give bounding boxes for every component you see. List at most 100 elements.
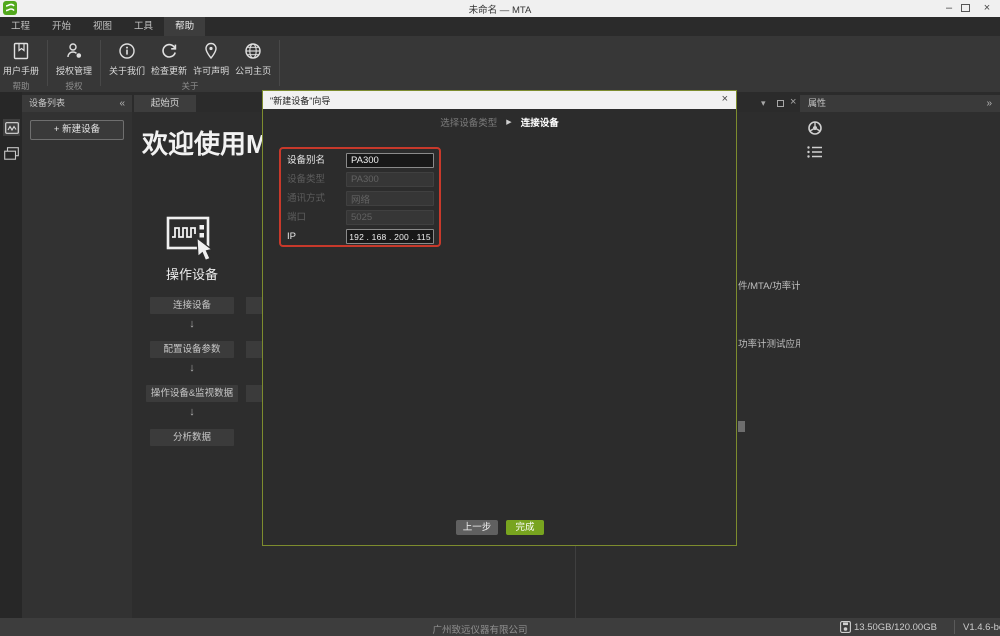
flow-arrow-icon: ↓ [132, 362, 252, 374]
close-button[interactable]: × [980, 2, 994, 15]
ribbon-group-help: 用户手册 帮助 [0, 36, 42, 92]
property-list-icon[interactable] [806, 145, 824, 159]
ribbon-tab-tools[interactable]: 工具 [123, 17, 164, 36]
wizard-steps: 选择设备类型 ▶ 连接设备 [263, 115, 736, 129]
user-manual-label: 用户手册 [3, 64, 39, 77]
app-window: 未命名 — MTA – × 工程 开始 视图 工具 帮助 用户手册 [0, 0, 1000, 636]
device-list-panel [22, 112, 132, 618]
ip-input[interactable] [346, 229, 434, 244]
minimize-button[interactable]: – [942, 2, 956, 15]
plus-icon: + [54, 124, 60, 135]
ip-label: IP [287, 230, 343, 244]
company-homepage-label: 公司主页 [235, 64, 271, 77]
ribbon-group-about: 关于我们 检查更新 [106, 36, 274, 92]
user-manual-button[interactable]: 用户手册 [0, 40, 42, 80]
license-pin-icon [201, 40, 221, 64]
status-bar: 广州致远仪器有限公司 13.50GB/120.00GB V1.4.6-beta.… [0, 618, 1000, 636]
dialog-titlebar: "新建设备"向导 × [263, 91, 736, 109]
ribbon-separator [47, 40, 48, 86]
window-titlebar: 未命名 — MTA – × [0, 0, 1000, 17]
flow-step-analyze-data[interactable]: 分析数据 [150, 429, 234, 446]
flow-step-configure-params[interactable]: 配置设备参数 [150, 341, 234, 358]
ribbon-separator [279, 40, 280, 86]
project-files-strip-button[interactable] [3, 145, 20, 162]
license-statement-label: 许可声明 [193, 64, 229, 77]
properties-title: 属性 [808, 98, 826, 108]
tab-float-icon[interactable] [777, 100, 784, 107]
step-arrow-icon: ▶ [506, 118, 511, 126]
status-separator [954, 620, 955, 634]
book-icon [11, 40, 31, 64]
port-input [346, 210, 434, 225]
properties-panel [800, 112, 1000, 618]
ribbon-group-license: 授权管理 授权 [53, 36, 95, 92]
window-title: 未命名 — MTA [0, 2, 1000, 16]
new-device-wizard-dialog: "新建设备"向导 × 选择设备类型 ▶ 连接设备 设备别名 设备类型 通讯方式 … [262, 90, 737, 546]
device-list-strip-button[interactable] [3, 119, 20, 136]
flow-step-operate-monitor[interactable]: 操作设备&监视数据 [146, 385, 238, 402]
port-label: 端口 [287, 211, 343, 225]
license-statement-button[interactable]: 许可声明 [190, 40, 232, 80]
check-update-label: 检查更新 [151, 64, 187, 77]
folders-icon [4, 147, 19, 160]
back-button[interactable]: 上一步 [456, 520, 498, 535]
globe-icon [243, 40, 263, 64]
step-select-device-type[interactable]: 选择设备类型 [440, 115, 497, 129]
left-icon-strip [0, 92, 22, 618]
hidden-control-sliver [738, 421, 745, 432]
comm-method-label: 通讯方式 [287, 192, 343, 206]
about-us-label: 关于我们 [109, 64, 145, 77]
flow-step-sliver [246, 297, 262, 314]
device-alias-input[interactable] [346, 153, 434, 168]
new-device-label: 新建设备 [62, 124, 100, 135]
device-type-input [346, 172, 434, 187]
flow-step-sliver [246, 385, 262, 402]
license-manage-label: 授权管理 [56, 64, 92, 77]
device-type-label: 设备类型 [287, 173, 343, 187]
ribbon-tab-project[interactable]: 工程 [0, 17, 41, 36]
flow-step-connect-device[interactable]: 连接设备 [150, 297, 234, 314]
info-icon [117, 40, 137, 64]
license-manage-button[interactable]: 授权管理 [53, 40, 95, 80]
flow-step-sliver [246, 341, 262, 358]
ribbon-toolbar: 用户手册 帮助 授权管理 授权 [0, 36, 1000, 92]
expand-panel-icon[interactable]: » [986, 95, 992, 112]
ribbon-group-label-license: 授权 [53, 80, 95, 95]
tab-start-page[interactable]: 起始页 [134, 95, 196, 112]
ribbon-tab-bar: 工程 开始 视图 工具 帮助 [0, 17, 1000, 36]
comm-method-input [346, 191, 434, 206]
device-list-panel-header: 设备列表 « [22, 95, 132, 112]
tab-list-dropdown-icon[interactable]: ▾ [761, 98, 766, 109]
properties-panel-header: 属性 » [800, 95, 1000, 112]
check-update-button[interactable]: 检查更新 [148, 40, 190, 80]
company-name: 广州致远仪器有限公司 [400, 622, 560, 636]
operate-device-icon [166, 216, 218, 262]
dialog-title: "新建设备"向导 [270, 94, 330, 107]
new-device-button[interactable]: + 新建设备 [30, 120, 124, 140]
storage-usage: 13.50GB/120.00GB [854, 622, 937, 633]
disk-icon [840, 621, 851, 633]
device-list-title: 设备列表 [29, 98, 65, 108]
ribbon-tab-start[interactable]: 开始 [41, 17, 82, 36]
finish-button[interactable]: 完成 [506, 520, 544, 535]
collapse-panel-icon[interactable]: « [119, 95, 125, 112]
app-version: V1.4.6-beta.166 [963, 622, 1000, 633]
ribbon-separator [100, 40, 101, 86]
maximize-button[interactable] [961, 4, 970, 12]
ribbon-tab-view[interactable]: 视图 [82, 17, 123, 36]
about-us-button[interactable]: 关于我们 [106, 40, 148, 80]
tab-close-icon[interactable]: × [790, 97, 796, 108]
flow-arrow-icon: ↓ [132, 318, 252, 330]
device-alias-label: 设备别名 [287, 154, 343, 168]
user-license-icon [64, 40, 84, 64]
dialog-close-icon[interactable]: × [722, 93, 728, 105]
flow-arrow-icon: ↓ [132, 406, 252, 418]
ribbon-group-label-about: 关于 [106, 80, 274, 95]
device-monitor-icon [5, 122, 19, 134]
step-connect-device: 连接设备 [521, 115, 559, 129]
refresh-icon [159, 40, 179, 64]
operate-device-label: 操作设备 [132, 264, 252, 283]
company-homepage-button[interactable]: 公司主页 [232, 40, 274, 80]
ribbon-tab-help[interactable]: 帮助 [164, 17, 205, 36]
settings-gear-icon[interactable] [806, 119, 824, 137]
